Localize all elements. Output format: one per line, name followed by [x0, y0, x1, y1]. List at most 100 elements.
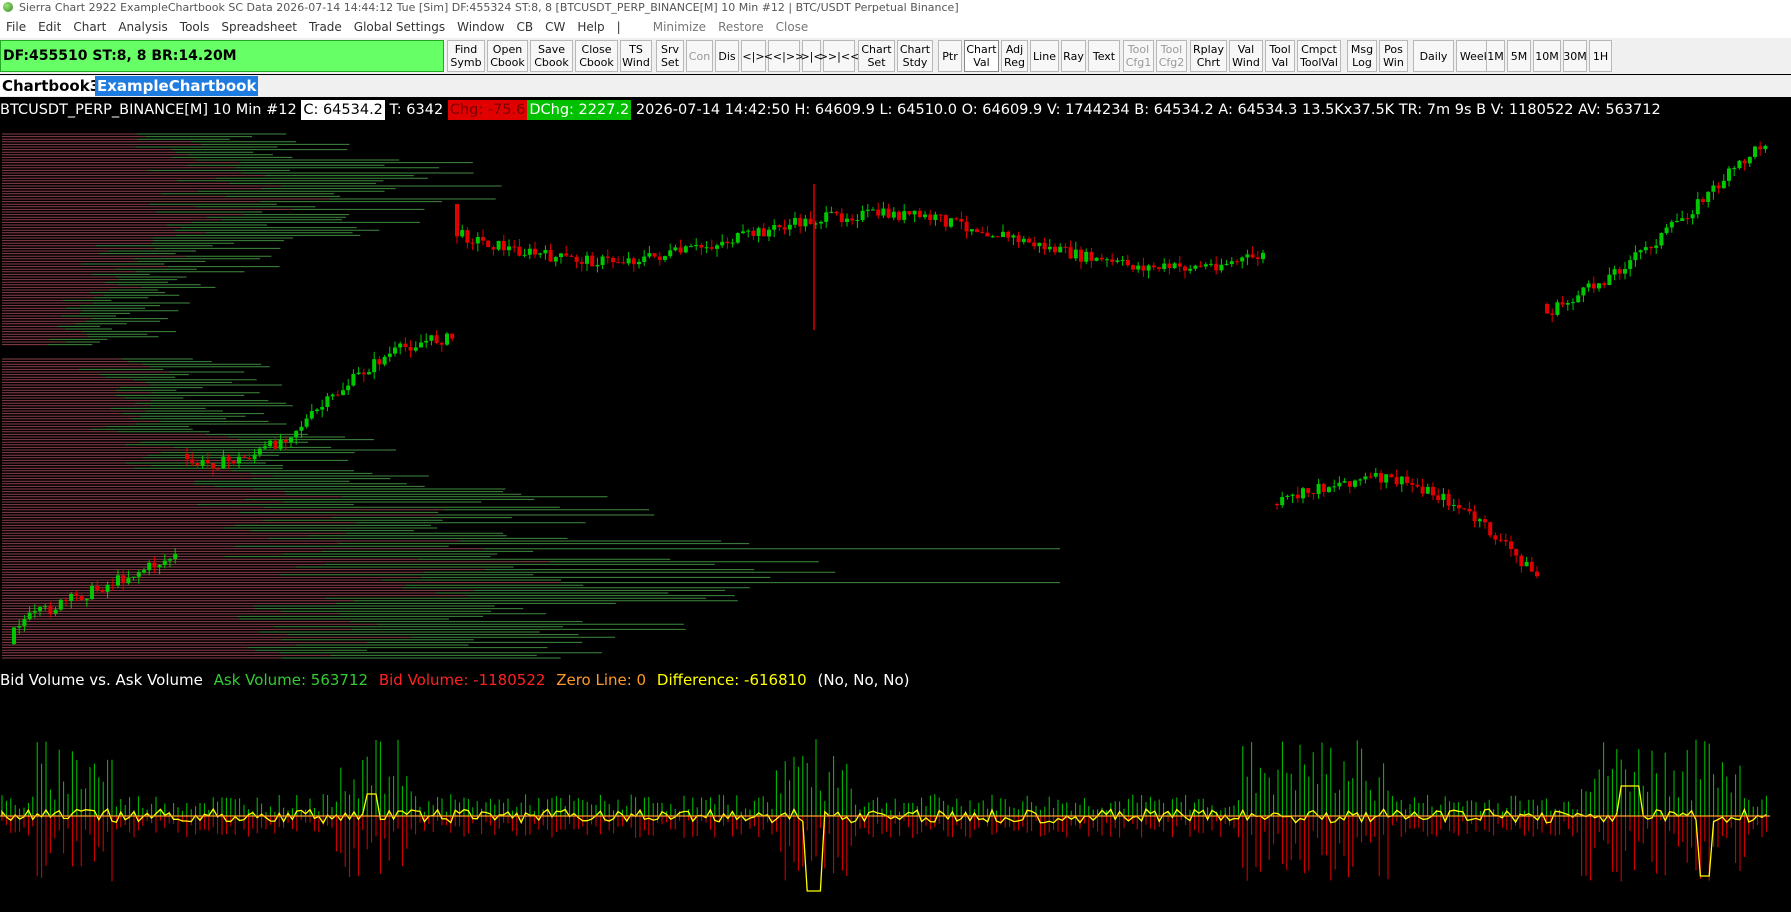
- menu-item-8[interactable]: Window: [451, 16, 510, 38]
- candle-body: [1105, 259, 1109, 261]
- volume-subgraph-area[interactable]: [0, 692, 1791, 912]
- toolbar-button-tool-cfg1[interactable]: Tool Cfg1: [1123, 40, 1154, 72]
- toolbar-button-chart-stdy[interactable]: Chart Stdy: [897, 40, 933, 72]
- menu-item-1[interactable]: Edit: [32, 16, 67, 38]
- toolbar-button-tool-val[interactable]: Tool Val: [1265, 40, 1295, 72]
- menu-item-11[interactable]: Help: [571, 16, 610, 38]
- toolbar-button-30m[interactable]: 30M: [1563, 40, 1587, 72]
- candle-body: [1571, 302, 1575, 304]
- candle-body: [1321, 483, 1326, 492]
- toolbar-button-srv-set[interactable]: Srv Set: [656, 40, 684, 72]
- menu-item-7[interactable]: Global Settings: [348, 16, 451, 38]
- toolbar-button-text[interactable]: Text: [1088, 40, 1120, 72]
- candle-body: [90, 586, 94, 600]
- toolbar-button-ptr[interactable]: Ptr: [938, 40, 962, 72]
- candle-body: [1441, 493, 1446, 500]
- toolbar-button-chart-val[interactable]: Chart Val: [964, 40, 999, 72]
- toolbar-button-adj-reg[interactable]: Adj Reg: [1001, 40, 1028, 72]
- toolbar-button-save-cbook[interactable]: Save Cbook: [530, 40, 573, 72]
- tab-examplechartbook[interactable]: ExampleChartbook: [95, 76, 259, 96]
- toolbar-button-5m[interactable]: 5M: [1507, 40, 1531, 72]
- candle-body: [152, 562, 157, 568]
- candle-body: [341, 390, 345, 395]
- toolbar-button-find-symb[interactable]: Find Symb: [447, 40, 485, 72]
- toolbar-button-dis[interactable]: Dis: [715, 40, 739, 72]
- difference-label: Difference: -616810: [656, 671, 807, 689]
- candle-body: [808, 218, 813, 225]
- candle-body: [767, 229, 771, 237]
- menu-item-4[interactable]: Tools: [174, 16, 216, 38]
- toolbar-button-1h[interactable]: 1H: [1589, 40, 1612, 72]
- candle-body: [157, 565, 162, 568]
- candle-body: [1379, 473, 1383, 483]
- candle-body: [1597, 283, 1601, 289]
- candle-body: [116, 575, 120, 586]
- toolbar-button-1m[interactable]: 1M: [1486, 40, 1505, 72]
- candle-body: [346, 385, 351, 391]
- candle-body: [824, 212, 829, 222]
- candle-body: [923, 214, 927, 218]
- candle-body: [100, 589, 105, 592]
- candle-body: [173, 553, 178, 560]
- toolbar-button-pos-win[interactable]: Pos Win: [1379, 40, 1408, 72]
- candle-body: [1032, 242, 1037, 247]
- candle-body: [377, 359, 382, 365]
- menu-item-9[interactable]: CB: [510, 16, 539, 38]
- candle-body: [1188, 268, 1193, 271]
- candle-body: [891, 211, 896, 218]
- candle-body: [131, 576, 136, 578]
- window-control-restore-button[interactable]: Restore: [712, 16, 770, 38]
- toolbar-button-chart-set[interactable]: Chart Set: [858, 40, 895, 72]
- candle-body: [1483, 519, 1487, 523]
- toolbar-button-open-cbook[interactable]: Open Cbook: [487, 40, 528, 72]
- menu-item-3[interactable]: Analysis: [112, 16, 173, 38]
- candle-body: [1425, 486, 1430, 494]
- candle-body: [1560, 302, 1565, 305]
- menu-item-0[interactable]: File: [0, 16, 32, 38]
- candle-body: [735, 233, 740, 243]
- candle-body: [1353, 480, 1357, 487]
- candle-body: [1162, 263, 1167, 269]
- window-control-close-button[interactable]: Close: [770, 16, 815, 38]
- toolbar-button-val-wind[interactable]: Val Wind: [1229, 40, 1263, 72]
- candle-body: [1643, 247, 1648, 251]
- toolbar-button-close-cbook[interactable]: Close Cbook: [575, 40, 618, 72]
- menu-item-5[interactable]: Spreadsheet: [215, 16, 303, 38]
- window-control-minimize-button[interactable]: Minimize: [647, 16, 712, 38]
- toolbar-button-daily[interactable]: Daily: [1413, 40, 1454, 72]
- toolbar-button-rplay-chrt[interactable]: Rplay Chrt: [1190, 40, 1227, 72]
- toolbar-button-line[interactable]: Line: [1030, 40, 1059, 72]
- menu-item-10[interactable]: CW: [539, 16, 571, 38]
- candle-body: [1488, 522, 1493, 536]
- candle-body: [860, 210, 865, 221]
- toolbar-button-ts-wind[interactable]: TS Wind: [620, 40, 652, 72]
- candle-body: [1586, 283, 1591, 288]
- toolbar-button-ray[interactable]: Ray: [1061, 40, 1086, 72]
- toolbar-button-tool-cfg2[interactable]: Tool Cfg2: [1156, 40, 1187, 72]
- candle-body: [289, 437, 293, 443]
- toolbar-button-10m[interactable]: 10M: [1533, 40, 1561, 72]
- candle-body: [1472, 511, 1477, 522]
- toolbar-button-con[interactable]: Con: [686, 40, 713, 72]
- menu-item-6[interactable]: Trade: [303, 16, 348, 38]
- tab-chartbook3[interactable]: Chartbook3: [0, 76, 103, 96]
- toolbar-button-msg-log[interactable]: Msg Log: [1347, 40, 1377, 72]
- toolbar-button-[interactable]: <<|>>: [764, 40, 804, 72]
- toolbar-button-cmpct-toolval[interactable]: Cmpct ToolVal: [1297, 40, 1341, 72]
- menu-item-2[interactable]: Chart: [67, 16, 112, 38]
- toolbar-button-[interactable]: >>|<<: [819, 40, 859, 72]
- candle-body: [1363, 476, 1368, 480]
- candle-body: [985, 232, 990, 237]
- candle-body: [803, 218, 808, 227]
- candle-body: [1675, 221, 1679, 223]
- candle-body: [79, 596, 84, 601]
- candle-body: [1451, 504, 1456, 506]
- toolbar-button-[interactable]: <|>: [741, 40, 766, 72]
- data-feed-status-box[interactable]: DF:455510 ST:8, 8 BR:14.20M: [0, 40, 444, 72]
- price-chart-area[interactable]: [0, 124, 1791, 664]
- study-name: Bid Volume vs. Ask Volume: [0, 671, 203, 689]
- candle-body: [990, 236, 995, 238]
- candle-body: [195, 462, 200, 466]
- volume-value: V: 1744234: [1046, 102, 1130, 118]
- candle-body: [1131, 265, 1135, 270]
